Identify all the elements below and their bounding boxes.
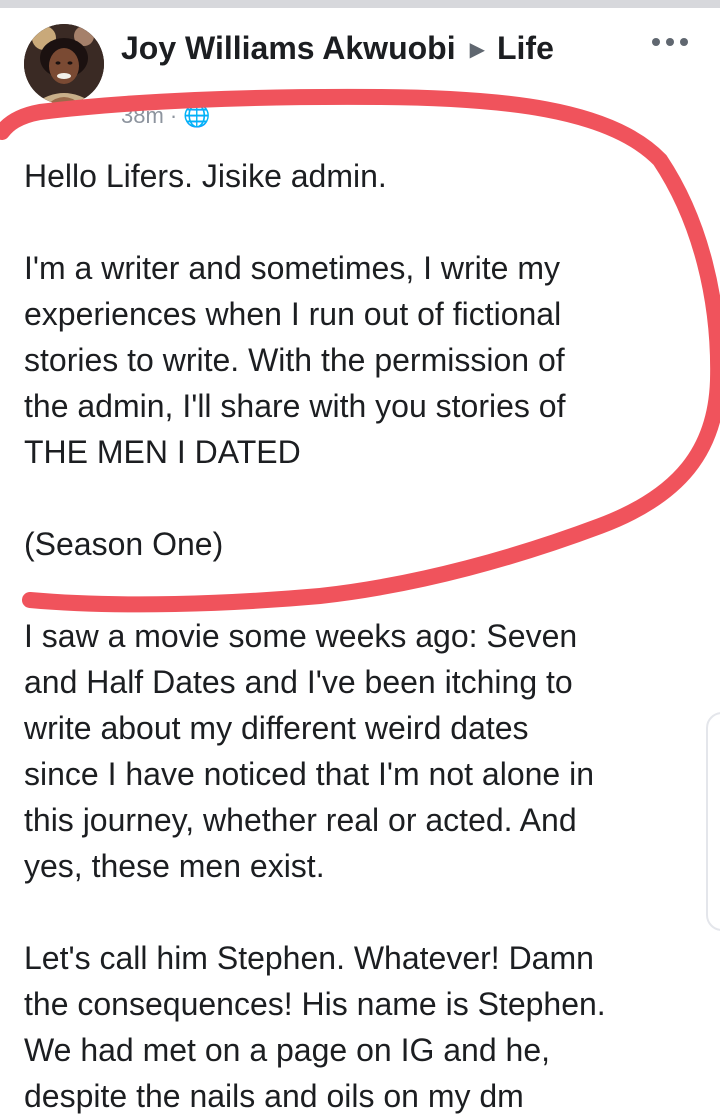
post-paragraph: Hello Lifers. Jisike admin. — [24, 158, 387, 194]
triangle-right-icon: ▶ — [469, 39, 485, 61]
post-screen: 38m · 🌐 Joy Williams Akwuobi ▶ Life Hello … — [0, 0, 720, 1117]
post-title-line: Joy Williams Akwuobi ▶ Life — [121, 28, 554, 70]
group-name-link[interactable]: Life — [497, 30, 554, 66]
scrollbar-thumb[interactable] — [706, 712, 720, 931]
author-name-link[interactable]: Joy Williams Akwuobi — [121, 30, 456, 66]
post-paragraph: (Season One) — [24, 526, 224, 562]
post-paragraph: I saw a movie some weeks ago: Seven and … — [24, 618, 595, 884]
post-paragraph: I'm a writer and sometimes, I write my e… — [24, 250, 566, 470]
top-divider — [0, 0, 720, 8]
avatar-image — [24, 24, 104, 104]
more-options-button[interactable] — [650, 30, 690, 54]
post-meta[interactable]: 38m · 🌐 — [121, 104, 211, 128]
post-paragraph: Let's call him Stephen. Whatever! Damn t… — [24, 940, 606, 1114]
post-body: Hello Lifers. Jisike admin. I'm a writer… — [24, 153, 694, 1117]
avatar[interactable] — [24, 24, 104, 104]
